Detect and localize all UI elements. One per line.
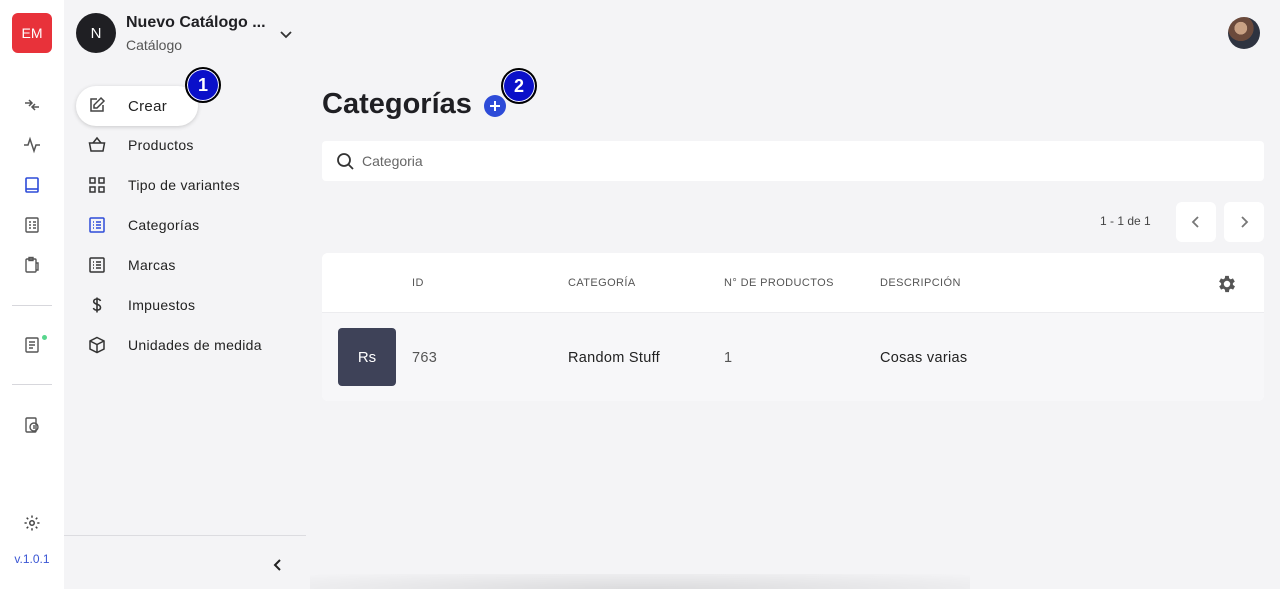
sidebar-divider — [64, 535, 306, 536]
chevron-right-icon — [1241, 216, 1249, 228]
nav-item-marcas[interactable]: Marcas — [76, 249, 296, 281]
column-header-description[interactable]: DESCRIPCIÓN — [880, 277, 961, 289]
table-row[interactable]: Rs 763 Random Stuff 1 Cosas varias — [322, 313, 1264, 401]
clipboard-icon[interactable] — [22, 255, 42, 275]
chevron-left-icon — [1191, 216, 1199, 228]
nav-item-tipo-de-variantes[interactable]: Tipo de variantes — [76, 169, 296, 201]
gear-icon[interactable] — [1216, 273, 1238, 295]
bottom-shadow — [310, 574, 970, 589]
pagination-info: 1 - 1 de 1 — [1100, 214, 1151, 228]
step-badge-2: 2 — [501, 68, 537, 104]
brand-logo[interactable]: EM — [12, 13, 52, 53]
chevron-down-icon[interactable] — [276, 24, 296, 44]
rail-divider — [12, 305, 52, 306]
nav-label: Productos — [128, 137, 194, 153]
box-icon — [88, 336, 106, 354]
column-header-category[interactable]: CATEGORÍA — [568, 277, 636, 289]
search-icon — [336, 152, 355, 171]
page-title: Categorías — [322, 88, 472, 120]
status-dot — [42, 335, 47, 340]
nav-label: Categorías — [128, 217, 200, 233]
nav-item-impuestos[interactable]: Impuestos — [76, 289, 296, 321]
nav-label: Tipo de variantes — [128, 177, 240, 193]
grid-icon — [88, 176, 106, 194]
nav-item-unidades-de-medida[interactable]: Unidades de medida — [76, 329, 296, 361]
cell-description: Cosas varias — [880, 350, 968, 366]
cell-id: 763 — [412, 350, 438, 366]
create-button[interactable]: Crear — [76, 86, 198, 126]
list-icon — [88, 216, 106, 234]
catalog-subtitle: Catálogo — [126, 37, 183, 53]
user-avatar[interactable] — [1228, 17, 1260, 49]
brands-icon — [88, 256, 106, 274]
add-category-button[interactable] — [484, 95, 506, 117]
nav-label: Unidades de medida — [128, 337, 262, 353]
nav-label: Marcas — [128, 257, 176, 273]
step-badge-1: 1 — [185, 67, 221, 103]
rail-divider — [12, 384, 52, 385]
checklist-icon[interactable] — [22, 215, 42, 235]
prev-page-button[interactable] — [1176, 202, 1216, 242]
column-header-products[interactable]: N° DE PRODUCTOS — [724, 277, 834, 289]
edit-icon — [88, 96, 106, 114]
dollar-icon — [88, 296, 106, 314]
categories-table: ID CATEGORÍA N° DE PRODUCTOS DESCRIPCIÓN… — [322, 253, 1264, 401]
app-version: v.1.0.1 — [14, 552, 50, 566]
document-icon[interactable] — [22, 335, 42, 355]
activity-icon[interactable] — [22, 135, 42, 155]
nav-label: Impuestos — [128, 297, 196, 313]
cell-category: Random Stuff — [568, 350, 660, 366]
icon-rail: EM v.1.0.1 — [0, 0, 64, 589]
column-header-id[interactable]: ID — [412, 277, 424, 289]
category-thumbnail: Rs — [338, 328, 396, 386]
next-page-button[interactable] — [1224, 202, 1264, 242]
search-bar — [322, 141, 1264, 181]
table-header: ID CATEGORÍA N° DE PRODUCTOS DESCRIPCIÓN — [322, 253, 1264, 313]
catalog-avatar: N — [76, 13, 116, 53]
settings-icon[interactable] — [22, 513, 42, 533]
pricing-icon[interactable] — [22, 415, 42, 435]
book-icon[interactable] — [22, 175, 42, 195]
search-input[interactable] — [362, 147, 1242, 175]
transfer-icon[interactable] — [22, 95, 42, 115]
collapse-sidebar-icon[interactable] — [268, 555, 288, 575]
nav-item-productos[interactable]: Productos — [76, 129, 296, 161]
nav-item-categorias[interactable]: Categorías — [76, 209, 296, 241]
catalog-name[interactable]: Nuevo Catálogo ... — [126, 14, 266, 32]
basket-icon — [88, 136, 106, 154]
cell-products: 1 — [724, 350, 733, 366]
create-label: Crear — [128, 98, 168, 115]
